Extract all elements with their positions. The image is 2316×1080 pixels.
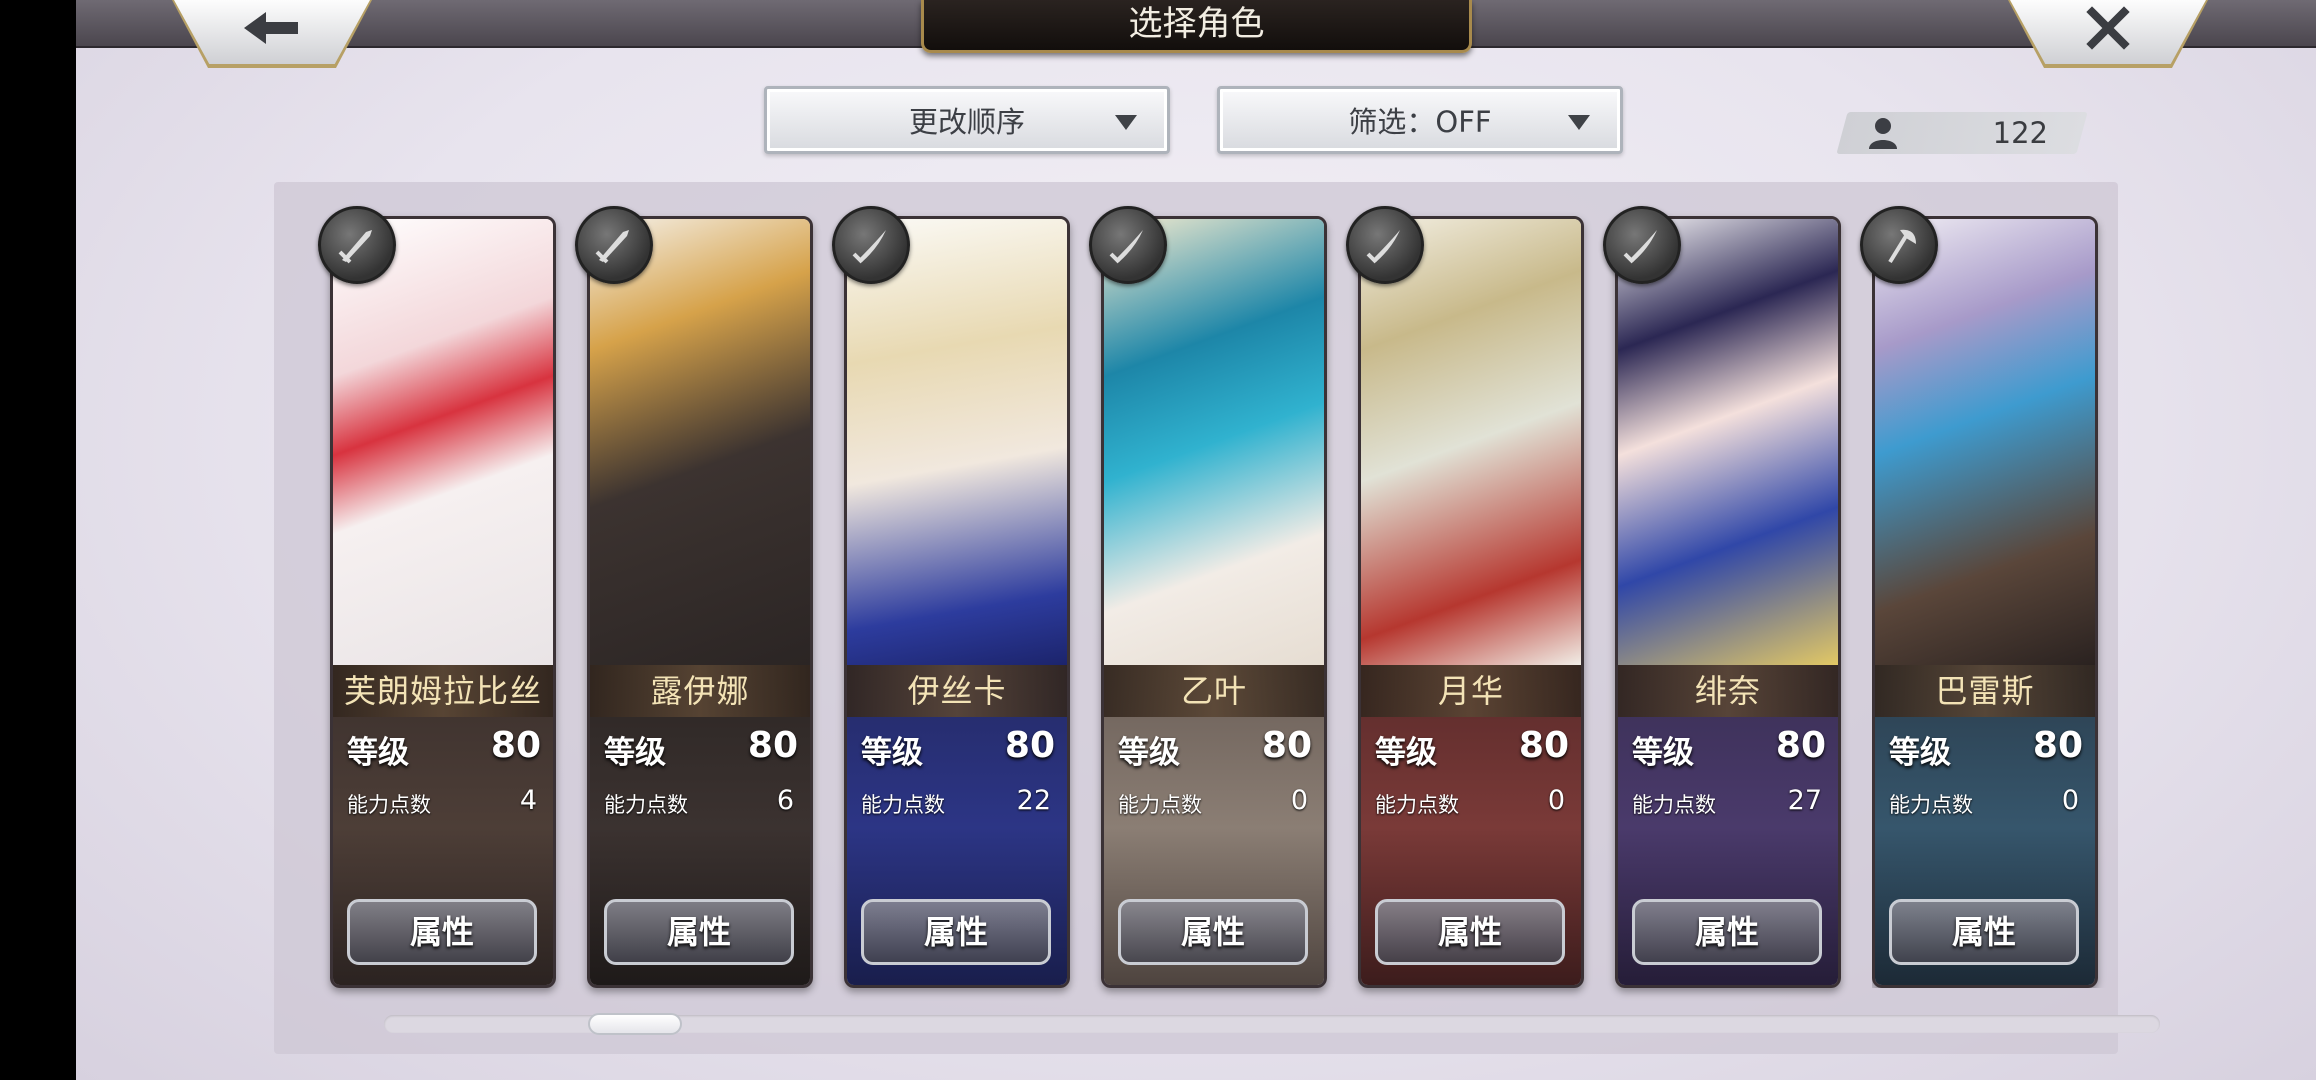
character-card[interactable]: 绯奈 等级 80 能力点数 27 属性 <box>1615 216 1841 988</box>
ability-points-label: 能力点数 <box>1889 793 1973 817</box>
level-label: 等级 <box>861 735 923 771</box>
sword-icon <box>832 206 910 284</box>
ability-points-label: 能力点数 <box>861 793 945 817</box>
level-value: 80 <box>1518 725 1569 766</box>
character-name: 露伊娜 <box>590 665 810 717</box>
character-portrait <box>1361 219 1581 665</box>
character-card[interactable]: 巴雷斯 等级 80 能力点数 0 属性 <box>1872 216 2098 988</box>
character-card[interactable]: 伊丝卡 等级 80 能力点数 22 属性 <box>844 216 1070 988</box>
character-portrait <box>1875 219 2095 665</box>
page-title: 选择角色 <box>921 0 1472 53</box>
ability-points-value: 22 <box>1016 785 1051 816</box>
attributes-button[interactable]: 属性 <box>347 899 537 965</box>
character-portrait <box>1104 219 1324 665</box>
character-card[interactable]: 芙朗姆拉比丝 等级 80 能力点数 4 属性 <box>330 216 556 988</box>
attributes-button[interactable]: 属性 <box>1889 899 2079 965</box>
ability-points-value: 27 <box>1787 785 1822 816</box>
user-icon <box>1869 118 1897 149</box>
scrollbar-thumb[interactable] <box>588 1013 682 1035</box>
level-value: 80 <box>1004 725 1055 766</box>
sword-icon <box>318 206 396 284</box>
axe-icon <box>1860 206 1938 284</box>
filter-dropdown-label: 筛选：OFF <box>1348 105 1492 139</box>
character-name: 巴雷斯 <box>1875 665 2095 717</box>
sword-icon <box>1346 206 1424 284</box>
character-portrait <box>333 219 553 665</box>
level-value: 80 <box>747 725 798 766</box>
character-name: 绯奈 <box>1618 665 1838 717</box>
level-label: 等级 <box>1375 735 1437 771</box>
sword-icon <box>1603 206 1681 284</box>
sort-dropdown[interactable]: 更改顺序 <box>764 86 1170 154</box>
ability-points-value: 0 <box>2061 785 2079 816</box>
level-label: 等级 <box>347 735 409 771</box>
ability-points-label: 能力点数 <box>1118 793 1202 817</box>
ability-points-value: 4 <box>519 785 537 816</box>
ability-points-value: 6 <box>776 785 794 816</box>
level-value: 80 <box>1775 725 1826 766</box>
level-value: 80 <box>2032 725 2083 766</box>
attributes-button[interactable]: 属性 <box>1375 899 1565 965</box>
character-card[interactable]: 露伊娜 等级 80 能力点数 6 属性 <box>587 216 813 988</box>
attributes-button[interactable]: 属性 <box>604 899 794 965</box>
ability-points-label: 能力点数 <box>604 793 688 817</box>
ability-points-label: 能力点数 <box>1632 793 1716 817</box>
character-card[interactable]: 乙叶 等级 80 能力点数 0 属性 <box>1101 216 1327 988</box>
roster-count: 122 <box>1842 112 2082 154</box>
sword-icon <box>1089 206 1167 284</box>
character-select-screen: 选择角色 更改顺序 筛选：OFF 122 芙朗姆拉比丝 等级 80 能力点数 4… <box>76 0 2316 1080</box>
back-arrow-icon <box>244 12 298 44</box>
ability-points-value: 0 <box>1547 785 1565 816</box>
sort-dropdown-label: 更改顺序 <box>908 105 1025 139</box>
character-portrait <box>590 219 810 665</box>
attributes-button[interactable]: 属性 <box>861 899 1051 965</box>
level-value: 80 <box>490 725 541 766</box>
ability-points-value: 0 <box>1290 785 1308 816</box>
character-card[interactable]: 月华 等级 80 能力点数 0 属性 <box>1358 216 1584 988</box>
ability-points-label: 能力点数 <box>1375 793 1459 817</box>
close-icon <box>2086 6 2130 50</box>
chevron-down-icon <box>1568 115 1590 130</box>
level-label: 等级 <box>604 735 666 771</box>
chevron-down-icon <box>1115 115 1137 130</box>
character-portrait <box>847 219 1067 665</box>
roster-count-value: 122 <box>1992 116 2048 150</box>
level-value: 80 <box>1261 725 1312 766</box>
filter-dropdown[interactable]: 筛选：OFF <box>1217 86 1623 154</box>
attributes-button[interactable]: 属性 <box>1632 899 1822 965</box>
character-name: 乙叶 <box>1104 665 1324 717</box>
level-label: 等级 <box>1889 735 1951 771</box>
character-portrait <box>1618 219 1838 665</box>
character-name: 伊丝卡 <box>847 665 1067 717</box>
level-label: 等级 <box>1118 735 1180 771</box>
attributes-button[interactable]: 属性 <box>1118 899 1308 965</box>
ability-points-label: 能力点数 <box>347 793 431 817</box>
character-name: 月华 <box>1361 665 1581 717</box>
level-label: 等级 <box>1632 735 1694 771</box>
sword-icon <box>575 206 653 284</box>
card-clip: 巴雷斯 等级 80 能力点数 0 属性 <box>1872 216 2158 988</box>
character-name: 芙朗姆拉比丝 <box>333 665 553 717</box>
